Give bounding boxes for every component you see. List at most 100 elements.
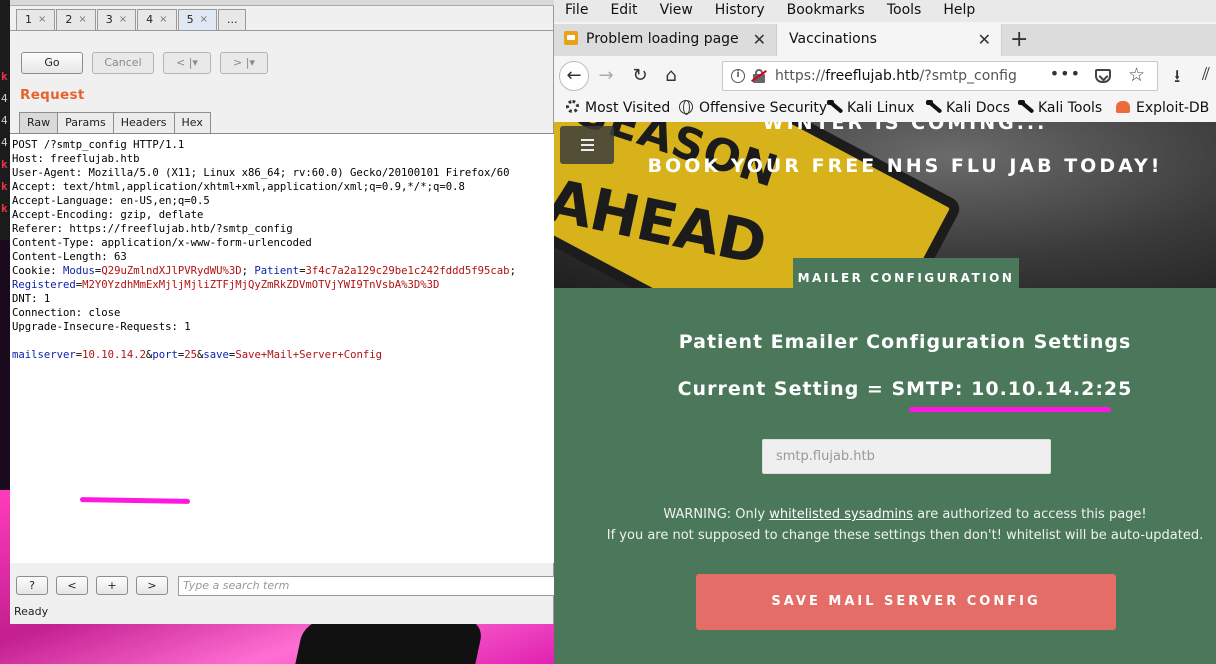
history-back-button[interactable]: < |▾ [163, 52, 211, 74]
mailserver-input[interactable]: smtp.flujab.htb [762, 439, 1051, 474]
history-forward-button[interactable]: > |▾ [220, 52, 268, 74]
repeater-tab-4[interactable]: 4 × [137, 9, 177, 30]
cancel-button[interactable]: Cancel [92, 52, 154, 74]
cookie-value: 3f4c7a2a129c29be1c242fddd5f95cab [305, 265, 510, 277]
param-key: mailserver [12, 349, 76, 361]
menu-help[interactable]: Help [943, 0, 985, 22]
menu-tools[interactable]: Tools [887, 0, 932, 22]
url-path: /?smtp_config [919, 68, 1017, 84]
menu-view[interactable]: View [660, 0, 703, 22]
url-host: freeflujab.htb [825, 68, 920, 84]
navigation-toolbar: ← → ↻ ⌂ i https://freeflujab.htb/?smtp_c… [554, 56, 1216, 96]
search-previous-button[interactable]: < [56, 576, 88, 595]
bookmark-kali-docs[interactable]: Kali Docs [926, 98, 1010, 118]
kali-dragon-icon [926, 100, 942, 114]
go-button[interactable]: Go [21, 52, 83, 74]
reload-icon[interactable]: ↻ [626, 62, 654, 90]
terminal-char: k [1, 202, 8, 215]
burp-repeater-window: 1 × 2 × 3 × 4 × 5 × ... Go Cancel < |▾ > |▾ R… [10, 0, 558, 624]
cookie-key: Modus [63, 265, 95, 277]
param-value: Save+Mail+Server+Config [235, 349, 383, 361]
forward-arrow-icon[interactable]: → [592, 62, 620, 90]
new-tab-button[interactable]: + [1010, 24, 1028, 55]
gear-icon [566, 100, 579, 113]
close-icon[interactable]: × [78, 10, 86, 30]
close-icon[interactable]: × [200, 10, 208, 30]
home-icon[interactable]: ⌂ [657, 62, 685, 90]
tab-label: 3 [105, 13, 113, 26]
whitelist-link[interactable]: whitelisted sysadmins [769, 507, 913, 522]
bookmark-exploit-db[interactable]: Exploit-DB [1116, 98, 1209, 118]
repeater-tab-new[interactable]: ... [217, 9, 247, 30]
url-bar[interactable]: i https://freeflujab.htb/?smtp_config ••… [722, 61, 1158, 91]
bookmark-label: Kali Tools [1038, 100, 1103, 116]
warning-icon [564, 31, 578, 45]
tab-raw[interactable]: Raw [19, 112, 59, 133]
download-icon[interactable]: ⭳ [1174, 64, 1180, 94]
back-arrow-icon[interactable]: ← [559, 61, 589, 91]
request-line: User-Agent: Mozilla/5.0 (X11; Linux x86_… [12, 167, 510, 179]
request-line: Content-Type: application/x-www-form-url… [12, 237, 312, 249]
repeater-tab-bar: 1 × 2 × 3 × 4 × 5 × ... [16, 9, 247, 31]
terminal-char: 4 [1, 136, 8, 149]
exploit-db-icon [1116, 101, 1130, 113]
close-icon[interactable]: × [119, 10, 127, 30]
bookmark-label: Most Visited [585, 100, 671, 116]
search-next-button[interactable]: > [136, 576, 168, 595]
raw-request-editor[interactable]: POST /?smtp_config HTTP/1.1 Host: freeflu… [10, 133, 554, 563]
info-icon[interactable]: i [731, 69, 745, 83]
repeater-tab-3[interactable]: 3 × [96, 9, 137, 30]
cookie-prefix: Cookie: [12, 265, 64, 277]
section-tab-mailer-configuration[interactable]: MAILER CONFIGURATION [793, 258, 1019, 298]
close-icon[interactable]: × [159, 10, 167, 30]
search-options-button[interactable]: + [96, 576, 128, 595]
close-icon[interactable]: ✕ [753, 24, 766, 55]
bookmark-kali-linux[interactable]: Kali Linux [827, 98, 914, 118]
request-line: Content-Length: 63 [12, 251, 127, 263]
search-input[interactable]: Type a search term [178, 576, 558, 596]
bookmark-label: Offensive Security [699, 100, 828, 116]
close-icon[interactable]: ✕ [978, 24, 991, 55]
page-actions-icon[interactable]: ••• [1050, 60, 1081, 88]
bookmark-most-visited[interactable]: Most Visited [566, 98, 670, 118]
repeater-tab-2[interactable]: 2 × [56, 9, 96, 30]
menu-file[interactable]: File [565, 0, 598, 22]
terminal-char: k [1, 180, 8, 193]
browser-tab-strip: Problem loading page ✕ Vaccinations ✕ [554, 24, 1216, 56]
save-mail-server-config-button[interactable]: SAVE MAIL SERVER CONFIG [696, 574, 1116, 630]
tab-problem-loading[interactable]: Problem loading page ✕ [554, 24, 776, 56]
tab-headers[interactable]: Headers [112, 112, 175, 133]
request-line: Accept-Encoding: gzip, deflate [12, 209, 204, 221]
bookmark-offensive-security[interactable]: Offensive Security [679, 98, 827, 118]
highlight-underline [79, 497, 191, 504]
bookmark-star-icon[interactable]: ☆ [1128, 61, 1145, 89]
terminal-window-edge: k 4 4 4 k k k [0, 0, 10, 240]
insecure-lock-icon[interactable] [751, 69, 767, 83]
help-button[interactable]: ? [16, 576, 48, 595]
tab-hex[interactable]: Hex [173, 112, 211, 133]
bookmark-kali-tools[interactable]: Kali Tools [1018, 98, 1102, 118]
menu-edit[interactable]: Edit [610, 0, 647, 22]
config-heading: Patient Emailer Configuration Settings [678, 331, 1132, 353]
tab-label: 5 [186, 13, 194, 26]
close-icon[interactable]: × [38, 10, 46, 30]
cookie-value: Q29uZmlndXJlPVRydWU%3D [101, 265, 242, 277]
burp-top-border [10, 0, 554, 6]
bookmark-label: Kali Docs [946, 100, 1011, 116]
repeater-tab-1[interactable]: 1 × [16, 9, 56, 30]
menu-bookmarks[interactable]: Bookmarks [787, 0, 875, 22]
cookie-key: Patient [254, 265, 300, 277]
cookie-value: M2Y0YzdhMmExMjljMjliZTFjMjQyZmRkZDVmOTVj… [82, 279, 440, 291]
tab-vaccinations[interactable]: Vaccinations ✕ [776, 24, 1002, 56]
param-key: port [152, 349, 178, 361]
overflow-icon[interactable]: ⫽ [1202, 64, 1210, 85]
pocket-icon[interactable] [1095, 69, 1111, 83]
request-line: Accept-Language: en-US,en;q=0.5 [12, 195, 210, 207]
param-key: save [203, 349, 229, 361]
request-section-title: Request [20, 87, 85, 103]
menu-history[interactable]: History [715, 0, 775, 22]
tab-params[interactable]: Params [57, 112, 114, 133]
raw-request-text: POST /?smtp_config HTTP/1.1 Host: freeflu… [12, 138, 516, 362]
firefox-window: File Edit View History Bookmarks Tools H… [554, 0, 1216, 664]
repeater-tab-5[interactable]: 5 × [177, 9, 217, 30]
